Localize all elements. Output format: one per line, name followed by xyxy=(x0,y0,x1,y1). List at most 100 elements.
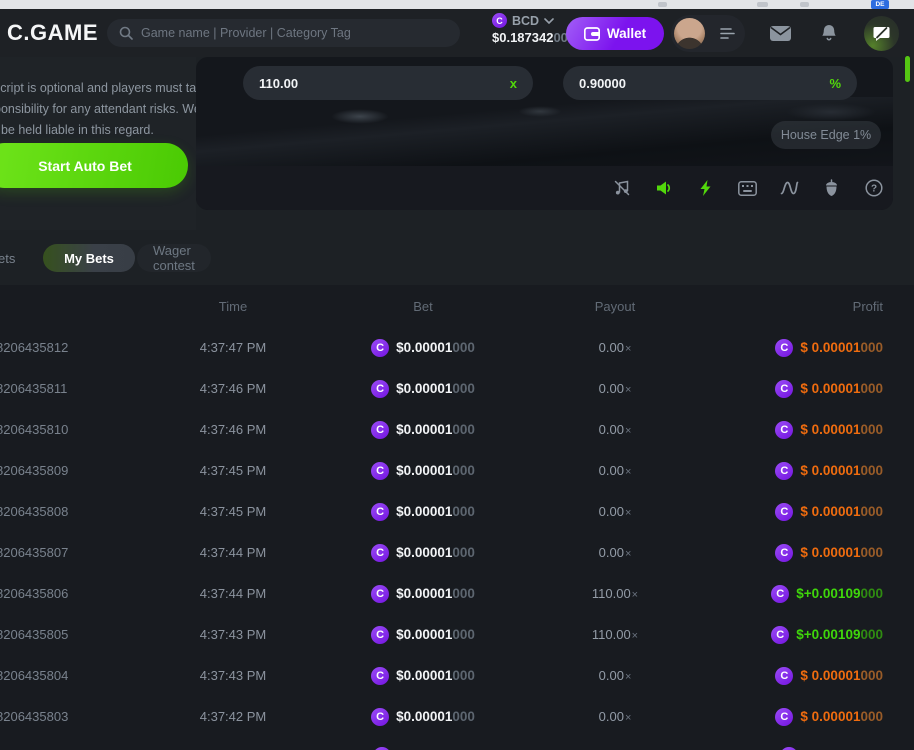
bet-amount: C $0.00001000 xyxy=(316,667,530,685)
game-toolbar: ? xyxy=(196,166,893,210)
bet-id: 8206435810 xyxy=(0,422,150,437)
coin-icon: C xyxy=(775,667,793,685)
bet-amount: C $0.00001000 xyxy=(316,503,530,521)
bet-id: 8206435806 xyxy=(0,586,150,601)
scrollbar-thumb[interactable] xyxy=(905,56,910,82)
bet-profit: C $+0.00109000 xyxy=(700,585,883,603)
bet-amount: C $0.00001000 xyxy=(316,626,530,644)
coin-icon: C xyxy=(371,544,389,562)
bet-time: 4:37:44 PM xyxy=(150,586,316,601)
mail-icon[interactable] xyxy=(770,9,791,57)
coin-icon: C xyxy=(775,421,793,439)
coin-icon: C xyxy=(775,339,793,357)
coin-icon: C xyxy=(371,626,389,644)
col-header-bet: Bet xyxy=(316,299,530,314)
bet-amount: C $0.00001000 xyxy=(316,339,530,357)
bet-profit: C $ 0.00001000 xyxy=(700,503,883,521)
browser-extension-badge[interactable]: DE xyxy=(871,0,889,9)
col-header-payout: Payout xyxy=(530,299,700,314)
browser-extension-icon[interactable] xyxy=(658,2,667,7)
search-input[interactable]: Game name | Provider | Category Tag xyxy=(107,19,460,47)
payout-multiplier-input[interactable]: 110.00 x xyxy=(243,66,533,100)
bet-id: 8206435812 xyxy=(0,340,150,355)
browser-extension-icon[interactable] xyxy=(800,2,809,7)
table-row[interactable]: 8206435808 4:37:45 PM C $0.00001000 0.00… xyxy=(0,491,914,532)
bet-payout: 0.00× xyxy=(530,422,700,437)
percent-suffix-icon: % xyxy=(829,76,841,91)
coin-icon: C xyxy=(371,462,389,480)
table-row[interactable]: 8206435803 4:37:42 PM C $0.00001000 0.00… xyxy=(0,696,914,737)
coin-icon: C xyxy=(371,421,389,439)
table-row[interactable]: 8206435804 4:37:43 PM C $0.00001000 0.00… xyxy=(0,655,914,696)
scene-rock xyxy=(331,109,389,124)
bet-payout: 0.00× xyxy=(530,340,700,355)
bet-amount: C $0.00001000 xyxy=(316,585,530,603)
bet-time: 4:37:45 PM xyxy=(150,463,316,478)
bet-time: 4:37:43 PM xyxy=(150,668,316,683)
bet-time: 4:37:42 PM xyxy=(150,709,316,724)
hotkeys-icon[interactable] xyxy=(738,179,757,198)
bell-icon[interactable] xyxy=(821,9,837,57)
table-row[interactable]: 8206435805 4:37:43 PM C $0.00001000 110.… xyxy=(0,614,914,655)
scene-rock xyxy=(786,103,876,121)
bet-payout: 0.00× xyxy=(530,668,700,683)
bet-id: 8206435805 xyxy=(0,627,150,642)
scene-rock xyxy=(518,106,562,117)
coin-icon: C xyxy=(775,503,793,521)
search-icon xyxy=(119,26,133,40)
site-logo[interactable]: C.GAME xyxy=(7,20,98,46)
bet-amount: C $0.00001000 xyxy=(316,462,530,480)
bet-amount: C $0.00001000 xyxy=(316,421,530,439)
coin-icon: C xyxy=(371,503,389,521)
win-chance-input[interactable]: 0.90000 % xyxy=(563,66,857,100)
tab-all-bets[interactable]: ets xyxy=(0,244,15,272)
browser-edge: DE xyxy=(0,0,914,9)
wallet-icon xyxy=(584,27,600,41)
start-auto-bet-button[interactable]: Start Auto Bet xyxy=(0,143,188,188)
bcd-coin-icon: C xyxy=(492,13,507,28)
bet-payout: 0.00× xyxy=(530,463,700,478)
browser-extension-icon[interactable] xyxy=(757,2,768,7)
bet-profit: C $ 0.00001000 xyxy=(700,421,883,439)
sound-icon[interactable] xyxy=(654,179,673,198)
balance-amount: $0.18734200 xyxy=(492,30,568,45)
bet-payout: 0.00× xyxy=(530,545,700,560)
bet-id: 8206435803 xyxy=(0,709,150,724)
table-row[interactable]: 8206435811 4:37:46 PM C $0.00001000 0.00… xyxy=(0,368,914,409)
bet-id: 8206435808 xyxy=(0,504,150,519)
wallet-button[interactable]: Wallet xyxy=(566,17,664,50)
bet-id: 8206435804 xyxy=(0,668,150,683)
col-header-profit: Profit xyxy=(700,299,883,314)
music-off-icon[interactable] xyxy=(612,179,631,198)
table-row[interactable]: 8206435806 4:37:44 PM C $0.00001000 110.… xyxy=(0,573,914,614)
turbo-icon[interactable] xyxy=(696,179,715,198)
top-bar: C.GAME Game name | Provider | Category T… xyxy=(0,9,914,57)
bet-id: 8206435811 xyxy=(0,381,150,396)
tab-my-bets[interactable]: My Bets xyxy=(43,244,135,272)
bet-amount: C $0.00001000 xyxy=(316,708,530,726)
tab-wager-contest[interactable]: Wager contest xyxy=(137,244,211,272)
trends-icon[interactable] xyxy=(780,179,799,198)
bet-id: 8206435809 xyxy=(0,463,150,478)
svg-text:?: ? xyxy=(870,184,876,195)
profile-menu[interactable] xyxy=(671,15,745,52)
table-row[interactable]: 8206435807 4:37:44 PM C $0.00001000 0.00… xyxy=(0,532,914,573)
bet-time: 4:37:45 PM xyxy=(150,504,316,519)
bet-payout: 0.00× xyxy=(530,504,700,519)
chat-toggle-button[interactable] xyxy=(864,16,899,51)
coin-icon: C xyxy=(371,708,389,726)
bet-time: 4:37:46 PM xyxy=(150,381,316,396)
bet-profit: C $+0.00109000 xyxy=(700,626,883,644)
bet-payout: 0.00× xyxy=(530,381,700,396)
my-bets-table: Time Bet Payout Profit 8206435812 4:37:4… xyxy=(0,285,914,750)
balance-selector[interactable]: C BCD $0.18734200 xyxy=(492,13,568,45)
bet-profit: C $ 0.00001000 xyxy=(700,708,883,726)
bet-time: 4:37:47 PM xyxy=(150,340,316,355)
help-icon[interactable]: ? xyxy=(864,179,883,198)
avatar[interactable] xyxy=(674,18,705,49)
seed-icon[interactable] xyxy=(822,179,841,198)
table-row[interactable]: 8206435810 4:37:46 PM C $0.00001000 0.00… xyxy=(0,409,914,450)
table-row[interactable]: 8206435812 4:37:47 PM C $0.00001000 0.00… xyxy=(0,327,914,368)
table-header: Time Bet Payout Profit xyxy=(0,285,914,327)
table-row[interactable]: 8206435809 4:37:45 PM C $0.00001000 0.00… xyxy=(0,450,914,491)
